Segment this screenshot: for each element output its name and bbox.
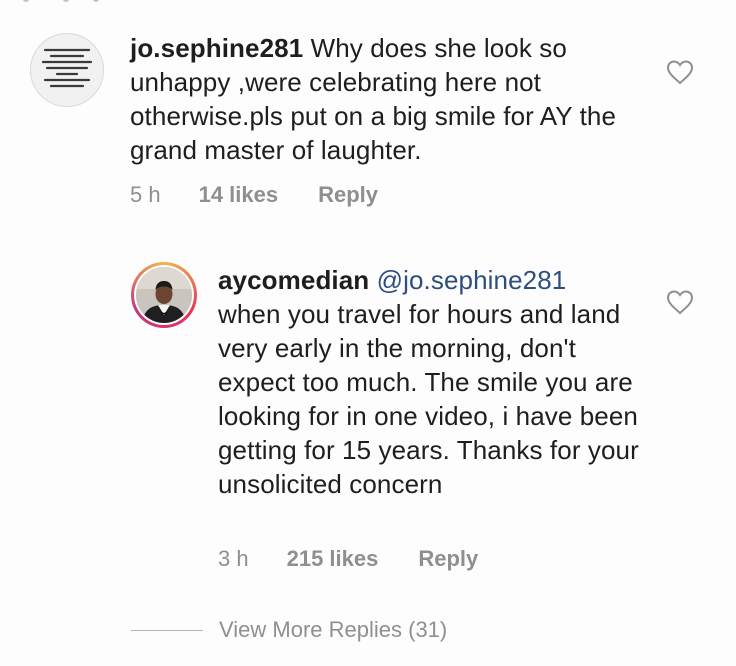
reply-body: aycomedian @jo.sephine281 when you travel…	[218, 263, 658, 501]
previous-item-remnant	[23, 0, 99, 2]
reply-reply-button[interactable]: Reply	[418, 546, 478, 572]
heart-outline-icon[interactable]	[666, 59, 694, 85]
comments-thread: jo.sephine281 Why does she look so unhap…	[0, 0, 736, 666]
comment-time: 5 h	[130, 182, 161, 207]
profile-photo-avatar-icon	[136, 267, 192, 323]
reply-time: 3 h	[218, 546, 249, 571]
comment-username[interactable]: jo.sephine281	[130, 33, 303, 63]
reply-username[interactable]: aycomedian	[218, 265, 369, 295]
story-ring-inner	[134, 265, 194, 325]
comment-reply-button[interactable]: Reply	[318, 182, 378, 208]
comment-meta: 5 h 14 likes Reply	[130, 182, 378, 208]
comment-likes[interactable]: 14 likes	[199, 182, 279, 208]
reply-avatar[interactable]	[131, 262, 197, 328]
heart-outline-icon[interactable]	[666, 289, 694, 315]
text-image-avatar-icon	[41, 48, 93, 88]
reply-likes[interactable]: 215 likes	[287, 546, 379, 572]
view-more-divider	[131, 629, 203, 631]
reply-mention[interactable]: @jo.sephine281	[377, 265, 567, 295]
reply-text: when you travel for hours and land very …	[218, 299, 639, 499]
reply-meta: 3 h 215 likes Reply	[218, 546, 478, 572]
view-more-replies-label[interactable]: View More Replies (31)	[219, 617, 447, 643]
comment-body: jo.sephine281 Why does she look so unhap…	[130, 31, 670, 167]
commenter-avatar[interactable]	[30, 33, 104, 107]
view-more-replies[interactable]: View More Replies (31)	[131, 617, 447, 643]
